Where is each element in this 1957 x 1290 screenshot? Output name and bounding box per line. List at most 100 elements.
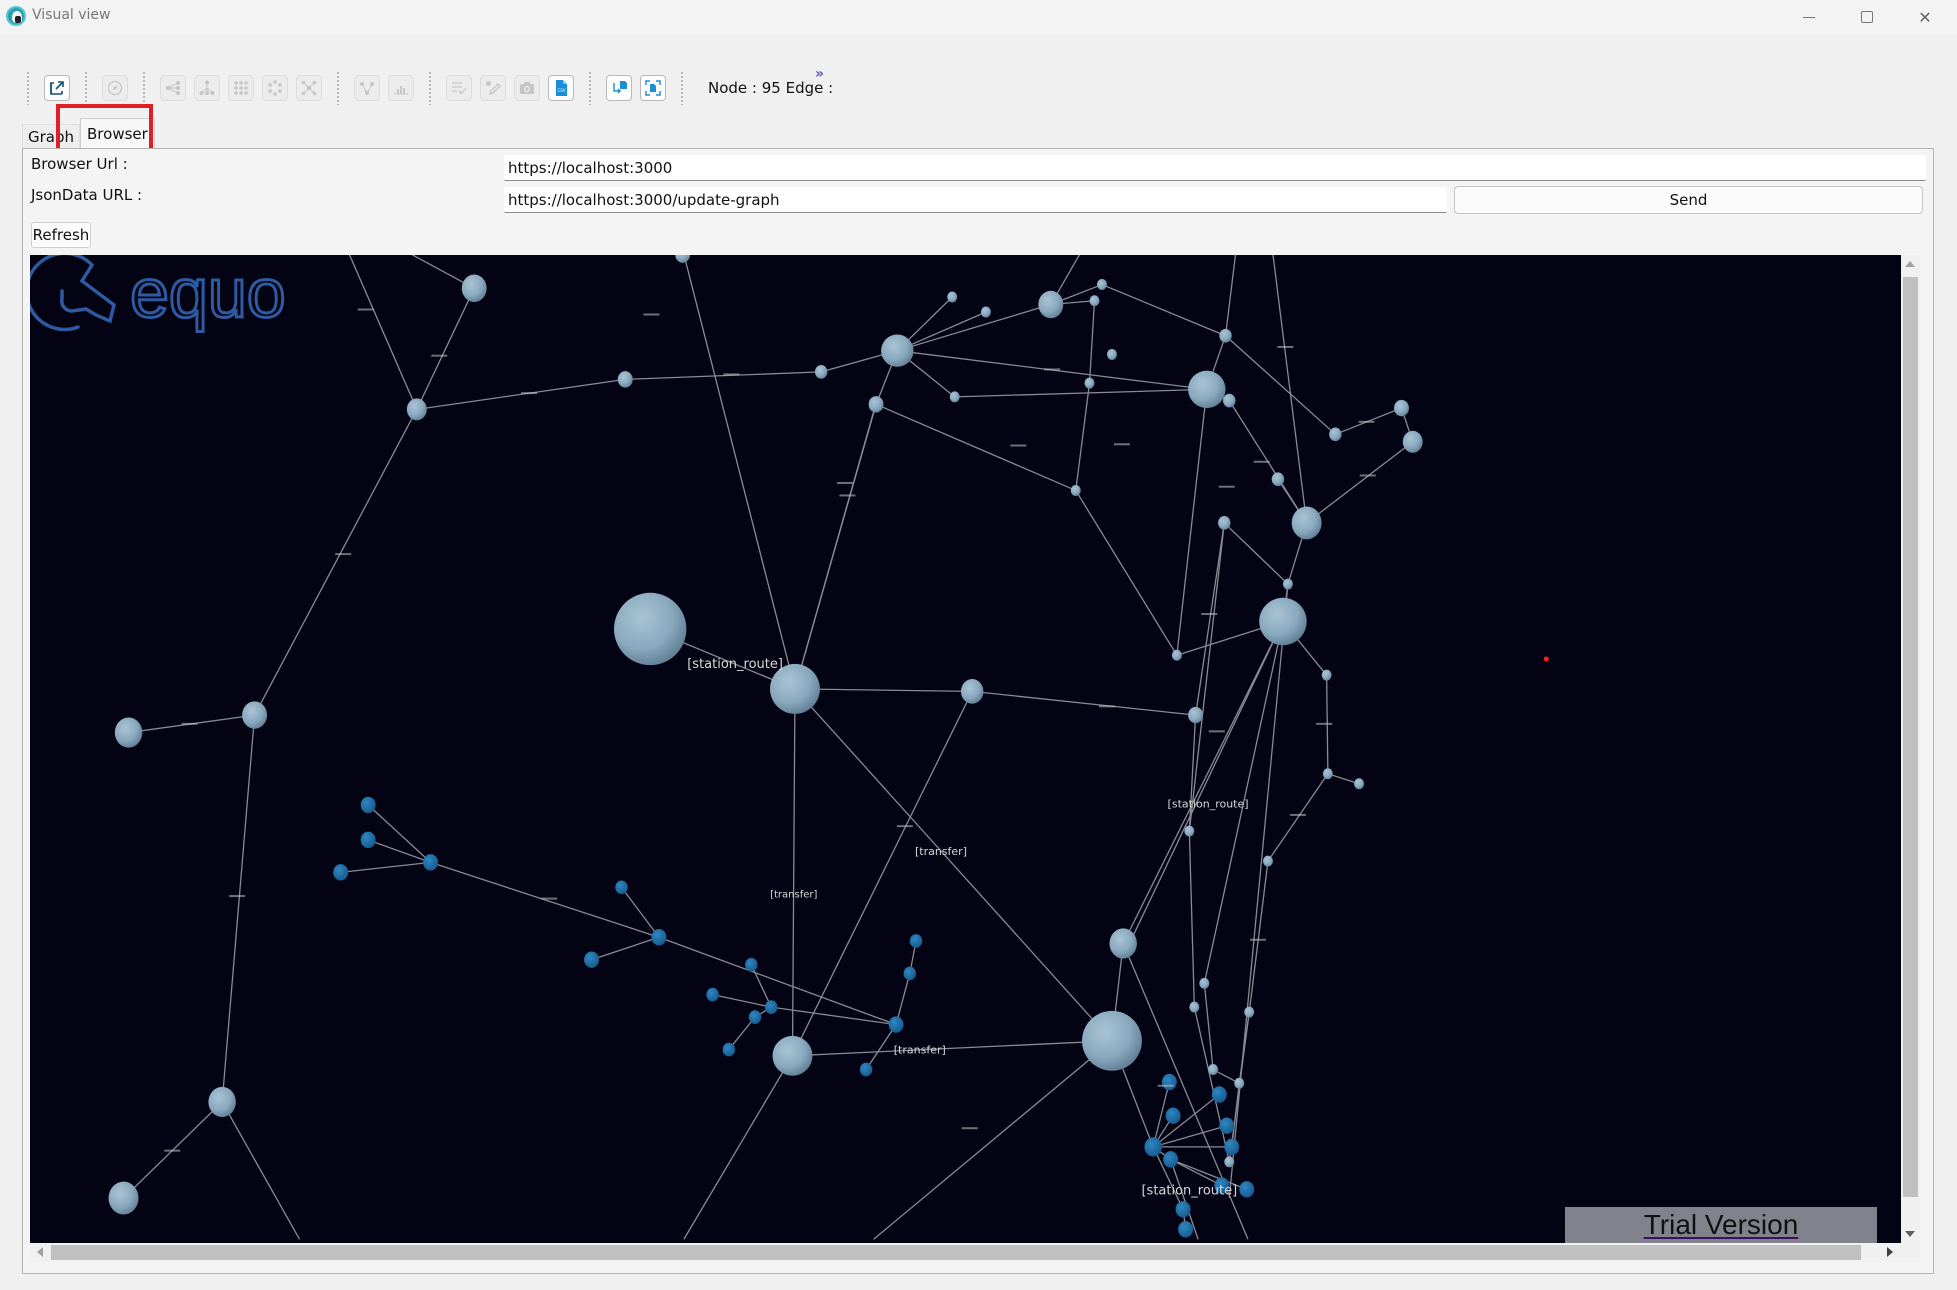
graph-edge[interactable] bbox=[221, 1101, 301, 1240]
graph-edge[interactable] bbox=[254, 409, 418, 716]
station-node[interactable] bbox=[1321, 669, 1332, 681]
graph-edge[interactable] bbox=[1128, 621, 1284, 944]
graph-edge[interactable] bbox=[340, 861, 431, 873]
graph-edge[interactable] bbox=[1306, 441, 1414, 524]
graph-edge[interactable] bbox=[1075, 490, 1178, 656]
node-link-button[interactable] bbox=[354, 75, 380, 101]
stop-node[interactable] bbox=[903, 966, 917, 981]
graph-edge[interactable] bbox=[791, 691, 973, 1057]
station-node[interactable] bbox=[242, 701, 268, 729]
stop-node[interactable] bbox=[1144, 1137, 1162, 1157]
graph-edge[interactable] bbox=[1193, 1006, 1230, 1163]
graph-edge[interactable] bbox=[1101, 283, 1226, 337]
graph-edge[interactable] bbox=[794, 688, 973, 693]
station-node[interactable] bbox=[114, 717, 143, 748]
graph-edge[interactable] bbox=[620, 886, 660, 938]
stop-node[interactable] bbox=[1239, 1181, 1255, 1198]
bar-chart-button[interactable] bbox=[388, 75, 414, 101]
graph-edge[interactable] bbox=[1075, 383, 1091, 491]
stop-node[interactable] bbox=[360, 831, 376, 849]
hierarchy-layout-button[interactable] bbox=[194, 75, 220, 101]
station-node[interactable] bbox=[406, 398, 427, 421]
graph-edge[interactable] bbox=[683, 255, 796, 690]
graph-edge[interactable] bbox=[750, 964, 772, 1008]
station-node[interactable] bbox=[1218, 516, 1231, 530]
graph-edge[interactable] bbox=[591, 936, 660, 961]
station-node[interactable] bbox=[1291, 506, 1322, 540]
station-node[interactable] bbox=[960, 679, 984, 704]
graph-edge[interactable] bbox=[1088, 300, 1096, 384]
minimize-button[interactable] bbox=[1780, 0, 1838, 34]
graph-edge[interactable] bbox=[791, 688, 796, 1056]
stop-node[interactable] bbox=[333, 864, 349, 881]
refresh-button[interactable]: Refresh bbox=[31, 222, 91, 248]
graph-edge[interactable] bbox=[1152, 1093, 1220, 1148]
graph-edge[interactable] bbox=[1176, 389, 1208, 656]
station-node[interactable] bbox=[1223, 393, 1236, 408]
stop-node[interactable] bbox=[360, 796, 376, 814]
stop-node[interactable] bbox=[888, 1016, 904, 1033]
import-file-button[interactable] bbox=[606, 75, 632, 101]
station-node[interactable] bbox=[1199, 977, 1210, 989]
graph-edge[interactable] bbox=[416, 378, 626, 410]
graph-edge[interactable] bbox=[972, 690, 1196, 716]
station-node[interactable] bbox=[1354, 778, 1365, 790]
star-layout-button[interactable] bbox=[296, 75, 322, 101]
station-node[interactable] bbox=[1038, 290, 1064, 319]
station-node[interactable] bbox=[1259, 597, 1307, 646]
scroll-left-icon[interactable] bbox=[37, 1247, 43, 1257]
graph-edge[interactable] bbox=[1194, 522, 1225, 716]
graph-edge[interactable] bbox=[367, 804, 432, 863]
station-node[interactable] bbox=[881, 334, 914, 367]
graph-viewport[interactable]: [station_route] [station_route] [station_r… bbox=[30, 255, 1901, 1243]
stop-node[interactable] bbox=[745, 957, 758, 972]
station-node[interactable] bbox=[1096, 279, 1107, 291]
station-node[interactable] bbox=[614, 592, 687, 666]
maximize-button[interactable] bbox=[1838, 0, 1896, 34]
json-url-input[interactable] bbox=[504, 187, 1447, 213]
graph-edge[interactable] bbox=[954, 388, 1207, 398]
stop-node[interactable] bbox=[722, 1042, 736, 1057]
stop-node[interactable] bbox=[615, 880, 628, 895]
station-node[interactable] bbox=[1084, 377, 1095, 389]
station-node[interactable] bbox=[461, 274, 487, 303]
stop-node[interactable] bbox=[765, 1000, 778, 1014]
station-node[interactable] bbox=[1188, 370, 1226, 409]
stop-node[interactable] bbox=[1165, 1107, 1181, 1124]
station-node[interactable] bbox=[1234, 1077, 1245, 1089]
station-node[interactable] bbox=[1262, 855, 1273, 867]
station-node[interactable] bbox=[1109, 928, 1137, 959]
station-node[interactable] bbox=[980, 306, 991, 318]
graph-edge[interactable] bbox=[625, 371, 822, 381]
trial-version-link[interactable]: Trial Version bbox=[1644, 1209, 1799, 1241]
graph-edge[interactable] bbox=[1223, 522, 1289, 585]
fit-view-button[interactable] bbox=[640, 75, 666, 101]
horizontal-scroll-thumb[interactable] bbox=[51, 1245, 1861, 1260]
export-button[interactable] bbox=[44, 75, 70, 101]
graph-edge[interactable] bbox=[1224, 255, 1237, 336]
stop-node[interactable] bbox=[651, 929, 667, 946]
stop-node[interactable] bbox=[423, 854, 439, 871]
graph-edge[interactable] bbox=[1122, 621, 1284, 944]
graph-edge[interactable] bbox=[1248, 861, 1269, 1013]
trial-version-banner[interactable]: Trial Version bbox=[1565, 1207, 1877, 1243]
stop-node[interactable] bbox=[1178, 1221, 1194, 1238]
stop-node[interactable] bbox=[1175, 1201, 1191, 1218]
stop-node[interactable] bbox=[1161, 1073, 1177, 1091]
toolbar-overflow-button[interactable]: » bbox=[815, 66, 824, 82]
station-node[interactable] bbox=[1208, 1064, 1219, 1076]
graph-edge[interactable] bbox=[794, 688, 1113, 1042]
stop-node[interactable] bbox=[706, 987, 719, 1002]
station-node[interactable] bbox=[617, 371, 633, 388]
station-node[interactable] bbox=[947, 291, 958, 303]
station-node[interactable] bbox=[949, 391, 960, 403]
station-node[interactable] bbox=[1106, 348, 1117, 360]
graph-edge[interactable] bbox=[348, 255, 418, 410]
stop-node[interactable] bbox=[748, 1010, 762, 1024]
scroll-down-icon[interactable] bbox=[1905, 1231, 1915, 1237]
graph-edge[interactable] bbox=[792, 1040, 1112, 1057]
stop-node[interactable] bbox=[1219, 1117, 1235, 1134]
station-node[interactable] bbox=[1189, 1001, 1200, 1013]
graph-edge[interactable] bbox=[367, 839, 431, 863]
graph-edge[interactable] bbox=[865, 1024, 897, 1070]
